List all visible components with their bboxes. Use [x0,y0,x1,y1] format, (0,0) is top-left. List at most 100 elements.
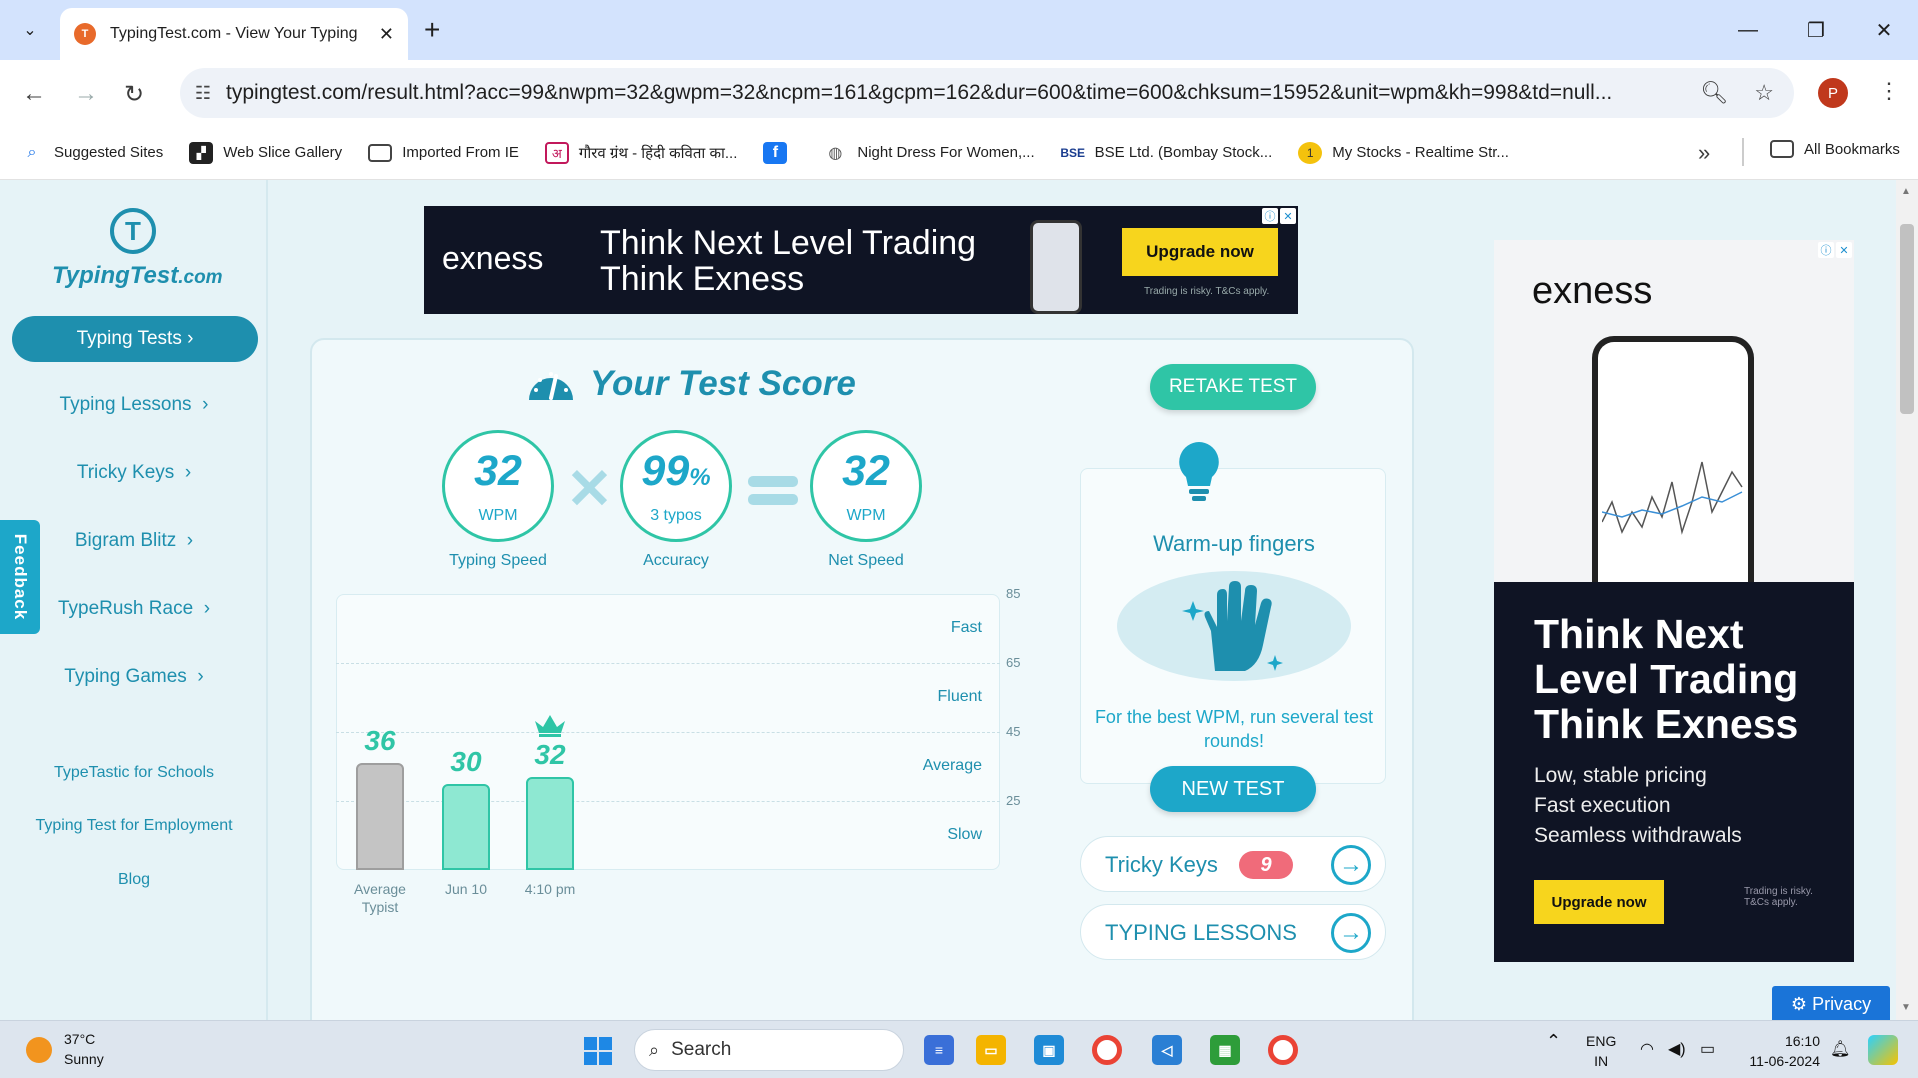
link-blog[interactable]: Blog [0,871,268,889]
new-test-button[interactable]: NEW TEST [1150,766,1316,812]
link-typetastic[interactable]: TypeTastic for Schools [0,764,268,782]
site-info-icon[interactable]: ☷ [180,83,226,104]
close-ad-icon[interactable]: ✕ [1836,242,1852,258]
windows-start-icon[interactable] [584,1037,612,1065]
bookmark-item[interactable]: 1 My Stocks - Realtime Str... [1298,141,1509,164]
url-text[interactable]: typingtest.com/result.html?acc=99&nwpm=3… [226,81,1716,105]
sidebar-item-typerush-race[interactable]: TypeRush Race › [0,598,268,620]
bookmark-item[interactable]: BSE BSE Ltd. (Bombay Stock... [1060,142,1272,164]
typingtest-logo-icon[interactable]: T [110,208,156,254]
link-employment[interactable]: Typing Test for Employment [0,817,268,835]
ad-upgrade-button[interactable]: Upgrade now [1122,228,1278,276]
wifi-icon[interactable]: ◠ [1640,1039,1654,1059]
privacy-button[interactable]: ⚙ Privacy [1772,986,1890,1020]
weather-condition[interactable]: Sunny [64,1051,104,1067]
bookmark-item[interactable]: Imported From IE [368,143,519,162]
bookmark-item[interactable]: ⌕ Suggested Sites [20,142,164,164]
bookmark-item[interactable]: f [763,141,797,164]
site-logo[interactable]: TypingTest.com [52,262,223,290]
more-bookmarks-icon[interactable]: » [1698,140,1710,166]
scroll-up-icon[interactable]: ▲ [1901,186,1911,197]
warmup-text: For the best WPM, run several test round… [1094,707,1374,751]
bookmark-item[interactable]: ▞ Web Slice Gallery [189,141,342,164]
notification-bell-icon[interactable]: 🔔︎ [1830,1039,1850,1059]
back-icon[interactable]: ← [16,76,52,112]
file-explorer-icon[interactable]: ▭ [976,1035,1006,1065]
all-bookmarks[interactable]: All Bookmarks [1770,140,1900,158]
scroll-down-icon[interactable]: ▼ [1901,1002,1911,1013]
chart-bar [526,776,574,870]
address-bar[interactable]: ☷ typingtest.com/result.html?acc=99&nwpm… [180,68,1794,118]
sidebar-item-typing-tests[interactable]: Typing Tests › [12,316,258,362]
speed-band-label: Slow [947,825,982,843]
scroll-thumb[interactable] [1900,224,1914,414]
close-ad-icon[interactable]: ✕ [1280,208,1296,224]
bookmark-item[interactable]: अ गौरव ग्रंथ - हिंदी कविता का... [544,141,737,164]
reload-icon[interactable]: ↻ [116,76,152,112]
y-tick-label: 85 [1006,586,1021,601]
speed-band-label: Average [922,756,982,774]
desktop-icon[interactable]: ▣ [1034,1035,1064,1065]
close-window-icon[interactable]: ✕ [1850,0,1918,60]
volume-icon[interactable]: ◀) [1668,1039,1686,1059]
sidebar-item-tricky-keys[interactable]: Tricky Keys › [0,462,268,484]
page-scrollbar[interactable]: ▲ ▼ [1896,180,1918,1020]
forward-icon[interactable]: → [68,76,104,112]
language-indicator[interactable]: ENG IN [1586,1031,1616,1071]
battery-icon[interactable]: ▭ [1700,1039,1715,1059]
chrome-profile-icon[interactable] [1268,1035,1298,1065]
chevron-up-icon[interactable]: ⌃ [1546,1031,1561,1052]
top-banner-ad[interactable]: exness Think Next Level Trading Think Ex… [424,206,1298,314]
bar-value-label: 30 [450,745,482,777]
window-controls: — ❐ ✕ [1714,0,1918,60]
sidebar-item-typing-lessons[interactable]: Typing Lessons › [0,394,268,416]
gridline [336,732,1000,733]
menu-icon[interactable]: ⋮ [1878,78,1900,104]
copilot-icon[interactable] [1868,1035,1898,1065]
chart-bar [356,763,404,870]
equals-icon [748,476,798,487]
bookmark-item[interactable]: ◍ Night Dress For Women,... [823,142,1034,164]
close-tab-icon[interactable]: ✕ [379,24,394,45]
windows-taskbar: 37°C Sunny ⌕ Search ≡ ▭ ▣ ◁ ▦ ⌃ ENG IN ◠ ◀… [0,1020,1918,1078]
y-tick-label: 65 [1006,655,1021,670]
speed-label: Typing Speed [449,552,547,569]
taskbar-search[interactable]: ⌕ Search [634,1029,904,1071]
retake-test-button[interactable]: RETAKE TEST [1150,364,1316,410]
chevron-right-icon: › [202,394,209,415]
arrow-right-icon[interactable]: → [1331,845,1371,885]
minimize-icon[interactable]: — [1714,0,1782,60]
bookmark-star-icon[interactable]: ☆ [1754,80,1774,106]
chrome-icon[interactable] [1092,1035,1122,1065]
ad-upgrade-button[interactable]: Upgrade now [1534,880,1664,924]
tricky-keys-link[interactable]: Tricky Keys 9 → [1080,836,1386,892]
weather-temp[interactable]: 37°C [64,1031,95,1047]
gridline [336,801,1000,802]
feedback-tab[interactable]: Feedback [0,520,40,634]
profile-avatar[interactable]: P [1818,78,1848,108]
vscode-icon[interactable]: ◁ [1152,1035,1182,1065]
adchoices-icon[interactable]: ⓘ [1262,208,1278,224]
sidebar-item-bigram-blitz[interactable]: Bigram Blitz › [0,530,268,552]
sun-icon[interactable] [26,1037,52,1063]
tricky-keys-count-badge: 9 [1239,851,1293,879]
ad-disclaimer: Trading is risky. T&Cs apply. [1744,886,1813,908]
speed-score: 32 WPM [442,430,554,542]
arrow-right-icon[interactable]: → [1331,913,1371,953]
new-tab-icon[interactable]: + [424,14,440,46]
sidebar-item-typing-games[interactable]: Typing Games › [0,666,268,688]
right-sidebar-ad[interactable]: exness ⓘ ✕ Think Next Level Trading Think… [1494,240,1854,962]
spreadsheet-icon[interactable]: ▦ [1210,1035,1240,1065]
zoom-icon[interactable]: 🔍︎ [1700,80,1728,106]
clock[interactable]: 16:10 11-06-2024 [1740,1031,1820,1071]
tab-search-button[interactable]: ⌄ [12,12,48,48]
adchoices-icon[interactable]: ⓘ [1818,242,1834,258]
hand-sparkle-icon [1182,581,1283,671]
x-category-label: Average Typist [354,881,406,915]
restore-icon[interactable]: ❐ [1782,0,1850,60]
typing-lessons-link[interactable]: TYPING LESSONS → [1080,904,1386,960]
active-tab[interactable]: T TypingTest.com - View Your Typing Te ✕ [60,8,408,60]
notepad-icon[interactable]: ≡ [924,1035,954,1065]
net-label: Net Speed [828,552,904,569]
ad-chart-graphic [1602,461,1743,535]
